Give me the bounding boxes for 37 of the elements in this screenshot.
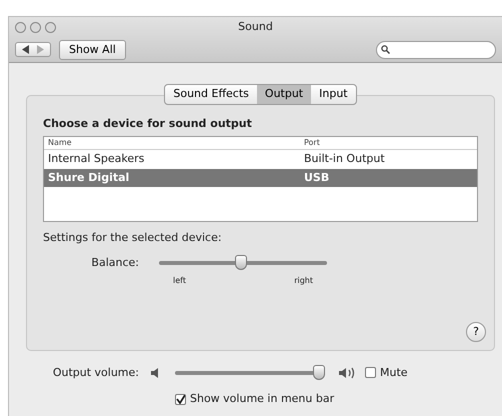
column-header[interactable]: Name [48,137,304,149]
close-button[interactable] [15,22,26,33]
checkbox[interactable] [365,367,376,378]
column-header[interactable]: Port [304,137,320,149]
window-title: Sound [237,19,274,35]
tab[interactable]: Output [256,85,312,104]
zoom-button[interactable] [45,22,56,33]
search-field[interactable] [376,40,496,59]
help-button[interactable]: ? [466,322,486,342]
balance-label: Balance: [90,254,139,270]
table-cell-text: Internal Speakers [48,151,146,167]
search-icon [381,45,390,54]
speaker-icon [151,368,161,378]
table-row[interactable]: Shure Digital USB [44,168,477,187]
max-label: right [294,274,313,286]
settings-label: Settings for the selected device: [43,230,223,246]
output-volume-label: Output volume: [52,364,139,380]
section-heading: Choose a device for sound output [43,116,253,132]
speaker-loud-icon [339,366,357,379]
min-label: left [173,274,186,286]
tab[interactable]: Input [311,85,356,104]
slider-thumb[interactable] [235,254,248,270]
balance-slider[interactable] [159,254,327,270]
show-all-button[interactable]: Show All [59,40,126,60]
table-cell-text: USB [304,170,330,186]
checkbox[interactable] [175,394,186,405]
checkbox-label: Mute [380,364,408,380]
slider-thumb[interactable] [312,364,325,380]
minimize-button[interactable] [30,22,41,33]
volume-slider[interactable] [175,364,323,381]
checkbox-label: Show volume in menu bar [190,391,334,407]
table-cell-text: Built-in Output [304,151,385,167]
forward-icon[interactable] [37,45,44,54]
tab[interactable]: Sound Effects [165,85,257,104]
back-icon[interactable] [22,45,29,54]
table-row[interactable]: Internal Speakers Built-in Output [44,150,477,168]
table-cell-text: Shure Digital [48,170,130,186]
